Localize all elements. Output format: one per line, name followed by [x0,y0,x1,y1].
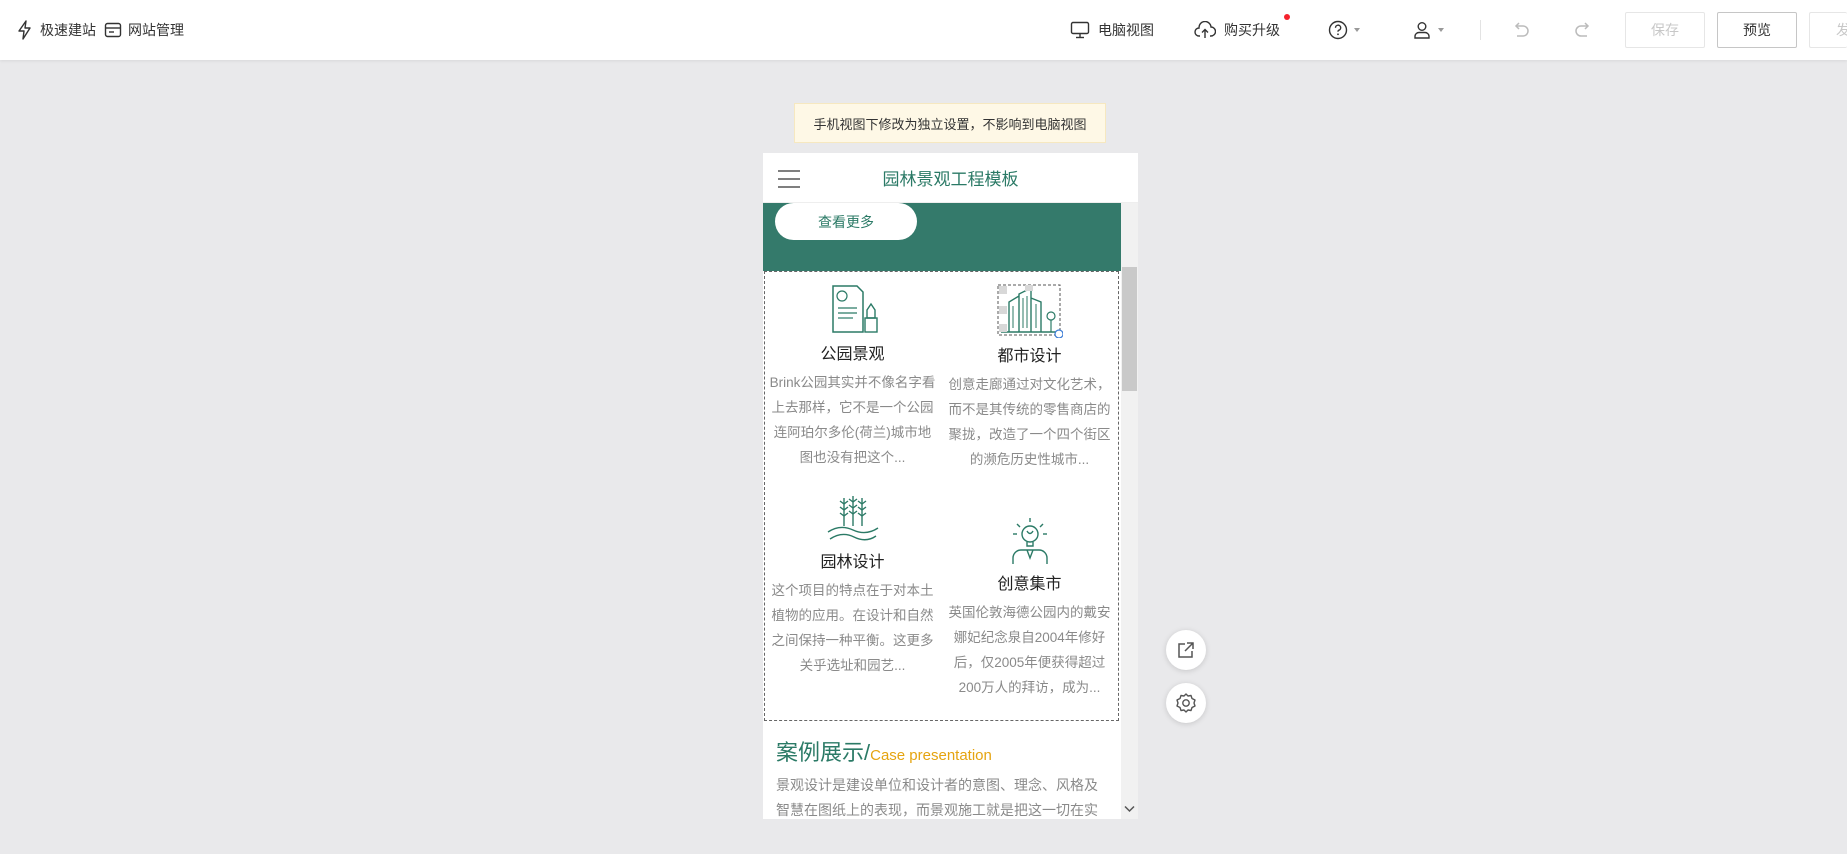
hamburger-menu-icon[interactable] [777,169,801,189]
settings-button[interactable] [1166,683,1206,723]
feature-name: 创意集市 [997,576,1062,593]
feature-desc: 这个项目的特点在于对本土植物的应用。在设计和自然之间保持一种平衡。这更多关乎选址… [771,583,934,673]
lightning-icon [18,20,31,40]
site-manage-button[interactable]: 网站管理 [104,20,184,40]
redo-icon [1575,22,1590,37]
document-pen-icon [831,285,878,333]
preview-button[interactable]: 预览 [1717,12,1797,48]
top-toolbar: 极速建站 网站管理 电脑视图 购买升级 保存 预览 [0,0,1847,60]
help-circle-icon [1328,20,1348,40]
feature-name: 都市设计 [997,348,1062,365]
feature-item[interactable]: 园林设计 这个项目的特点在于对本土植物的应用。在设计和自然之间保持一种平衡。这更… [765,494,940,678]
site-manage-icon [104,22,122,38]
monitor-icon [1070,21,1090,39]
view-more-button[interactable]: 查看更多 [775,203,917,240]
site-manage-label: 网站管理 [128,22,184,38]
phone-header: 园林景观工程模板 [763,153,1138,203]
buy-upgrade-label: 购买升级 [1224,14,1290,40]
chevron-down-icon [1438,28,1444,32]
feature-name: 公园景观 [820,346,885,363]
mobile-view-notice: 手机视图下修改为独立设置，不影响到电脑视图 [794,103,1106,143]
buy-upgrade-button[interactable]: 购买升级 [1194,14,1290,40]
phone-preview: 园林景观工程模板 查看更多 公园景观 Brink公园其实并不像名字看上去那样，它… [763,153,1138,819]
case-section-title: 案例展示/ Case presentation [776,735,992,767]
preview-label: 预览 [1743,22,1771,38]
idea-person-icon [1011,518,1048,564]
features-section[interactable]: 公园景观 Brink公园其实并不像名字看上去那样，它不是一个公园连阿珀尔多伦(荷… [764,271,1119,721]
undo-button[interactable] [1511,21,1531,39]
share-icon [1178,642,1194,658]
feature-desc: 英国伦敦海德公园内的戴安娜妃纪念泉自2004年修好后，仅2005年便获得超过20… [948,605,1111,695]
gear-icon [1176,693,1196,713]
divider [1480,20,1481,40]
phone-scrollbar[interactable] [1121,203,1138,819]
chevron-down-icon[interactable] [1124,805,1135,813]
wheat-icon [827,496,878,541]
quick-build-label: 极速建站 [40,22,96,38]
save-button[interactable]: 保存 [1625,12,1705,48]
site-title: 园林景观工程模板 [882,170,1019,189]
case-title-en: Case presentation [870,747,992,764]
feature-item[interactable]: 公园景观 Brink公园其实并不像名字看上去那样，它不是一个公园连阿珀尔多伦(荷… [765,284,940,470]
phone-scroll-content[interactable]: 查看更多 公园景观 Brink公园其实并不像名字看上去那样，它不是一个公园连阿珀… [763,203,1121,819]
user-menu[interactable] [1412,20,1444,40]
publish-label: 发 [1836,20,1847,40]
notification-dot [1284,14,1290,20]
cloud-upload-icon [1194,21,1216,38]
desktop-view-button[interactable]: 电脑视图 [1070,20,1154,40]
case-description: 景观设计是建设单位和设计者的意图、理念、风格及智慧在图纸上的表现，而景观施工就是… [776,777,1098,818]
quick-build-button[interactable]: 极速建站 [16,20,96,40]
chevron-down-icon [1354,28,1360,32]
undo-icon [1514,22,1529,37]
publish-button[interactable]: 发 [1809,12,1847,48]
feature-desc: Brink公园其实并不像名字看上去那样，它不是一个公园连阿珀尔多伦(荷兰)城市地… [769,375,936,465]
case-title-cn: 案例展示/ [776,740,871,765]
share-button[interactable] [1166,630,1206,670]
desktop-view-label: 电脑视图 [1098,22,1154,38]
help-menu[interactable] [1328,20,1360,40]
banner: 查看更多 [763,203,1121,271]
user-icon [1414,22,1430,39]
feature-item[interactable]: 都市设计 创意走廊通过对文化艺术，而不是其传统的零售商店的聚拢，改造了一个四个街… [942,284,1117,472]
feature-name: 园林设计 [820,554,885,571]
city-buildings-icon [997,284,1063,338]
scrollbar-thumb[interactable] [1122,267,1137,391]
feature-desc: 创意走廊通过对文化艺术，而不是其传统的零售商店的聚拢，改造了一个四个街区的濒危历… [948,377,1111,467]
redo-button[interactable] [1573,21,1593,39]
feature-item[interactable]: 创意集市 英国伦敦海德公园内的戴安娜妃纪念泉自2004年修好后，仅2005年便获… [942,516,1117,700]
